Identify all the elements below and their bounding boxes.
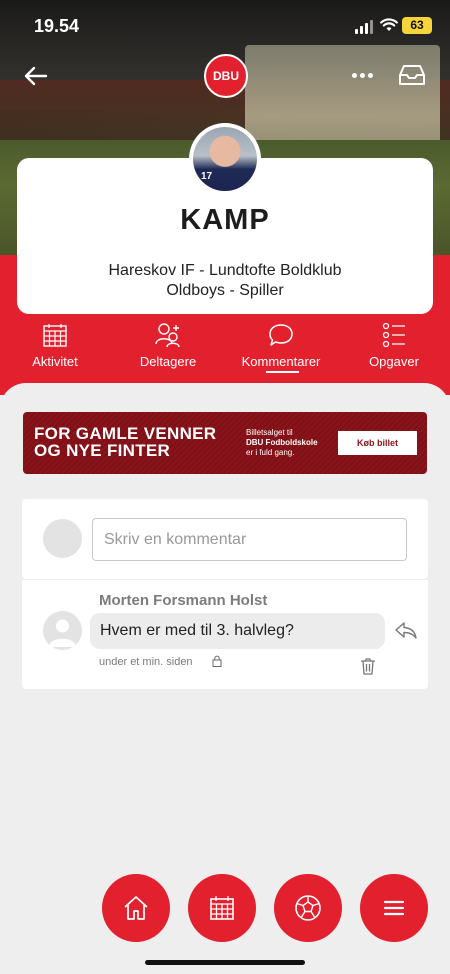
football-icon bbox=[295, 895, 321, 921]
lock-icon bbox=[212, 655, 222, 667]
dbu-logo: DBU bbox=[204, 54, 248, 98]
status-time: 19.54 bbox=[34, 16, 80, 36]
comment-text: Hvem er med til 3. halvleg? bbox=[90, 613, 385, 649]
banner-headline-line1: FOR GAMLE VENNER bbox=[34, 424, 217, 443]
player-avatar: 17 bbox=[189, 123, 261, 195]
event-teams: Hareskov IF - Lundtofte Boldklub bbox=[108, 262, 342, 279]
comment-author: Morten Forsmann Holst bbox=[99, 592, 268, 609]
banner-sub-line1: Billetsalget til bbox=[246, 428, 293, 437]
comment-timestamp: under et min. siden bbox=[99, 656, 193, 668]
calendar-icon bbox=[210, 896, 234, 920]
home-button[interactable] bbox=[102, 874, 170, 942]
chat-bubble-icon bbox=[269, 324, 293, 346]
trash-icon[interactable] bbox=[360, 657, 376, 675]
comment-item: Morten Forsmann Holst Hvem er med til 3.… bbox=[22, 580, 428, 689]
calendar-button[interactable] bbox=[188, 874, 256, 942]
buy-ticket-button[interactable]: Køb billet bbox=[338, 431, 417, 455]
banner-sub-line3: er i fuld gang. bbox=[246, 448, 295, 457]
menu-icon bbox=[383, 900, 405, 916]
participants-icon bbox=[155, 323, 180, 348]
tab-label: Deltagere bbox=[139, 354, 197, 369]
banner-headline-line2: OG NYE FINTER bbox=[34, 441, 171, 460]
cellular-signal-icon bbox=[355, 20, 375, 34]
event-title: KAMP bbox=[180, 204, 270, 236]
wifi-icon bbox=[380, 18, 398, 31]
comment-input[interactable]: Skriv en kommentar bbox=[92, 518, 407, 561]
avatar bbox=[43, 611, 82, 650]
tab-label: Opgaver bbox=[369, 354, 419, 369]
more-options-icon[interactable] bbox=[350, 64, 374, 86]
active-tab-indicator bbox=[266, 371, 299, 373]
banner-subtext: Billetsalget til DBU Fodboldskole er i f… bbox=[246, 428, 318, 458]
user-silhouette-icon bbox=[49, 619, 76, 647]
home-icon bbox=[124, 896, 148, 920]
tab-aktivitet[interactable]: Aktivitet bbox=[0, 322, 110, 374]
player-number: 17 bbox=[201, 171, 213, 182]
logo-text: DBU bbox=[213, 69, 239, 83]
event-role: Oldboys - Spiller bbox=[166, 282, 284, 299]
tab-label: Aktivitet bbox=[32, 354, 78, 369]
status-bar: 19.54 63 bbox=[0, 0, 450, 50]
inbox-icon[interactable] bbox=[398, 63, 426, 87]
battery-indicator: 63 bbox=[402, 17, 432, 34]
tab-opgaver[interactable]: Opgaver bbox=[339, 322, 449, 374]
reply-icon[interactable] bbox=[394, 620, 418, 640]
new-comment-box: Skriv en kommentar bbox=[22, 499, 428, 579]
tab-kommentarer[interactable]: Kommentarer bbox=[226, 322, 336, 374]
banner-headline: FOR GAMLE VENNER OG NYE FINTER bbox=[34, 425, 216, 459]
banner-sub-line2: DBU Fodboldskole bbox=[246, 438, 318, 447]
checklist-icon bbox=[382, 322, 405, 348]
promo-banner[interactable]: FOR GAMLE VENNER OG NYE FINTER Billetsal… bbox=[23, 412, 427, 474]
tab-label: Kommentarer bbox=[241, 354, 321, 369]
menu-button[interactable] bbox=[360, 874, 428, 942]
football-button[interactable] bbox=[274, 874, 342, 942]
home-indicator[interactable] bbox=[145, 960, 305, 965]
back-arrow-icon[interactable] bbox=[22, 62, 50, 90]
avatar bbox=[43, 519, 82, 558]
tab-deltagere[interactable]: Deltagere bbox=[113, 322, 223, 374]
calendar-icon bbox=[43, 324, 67, 347]
